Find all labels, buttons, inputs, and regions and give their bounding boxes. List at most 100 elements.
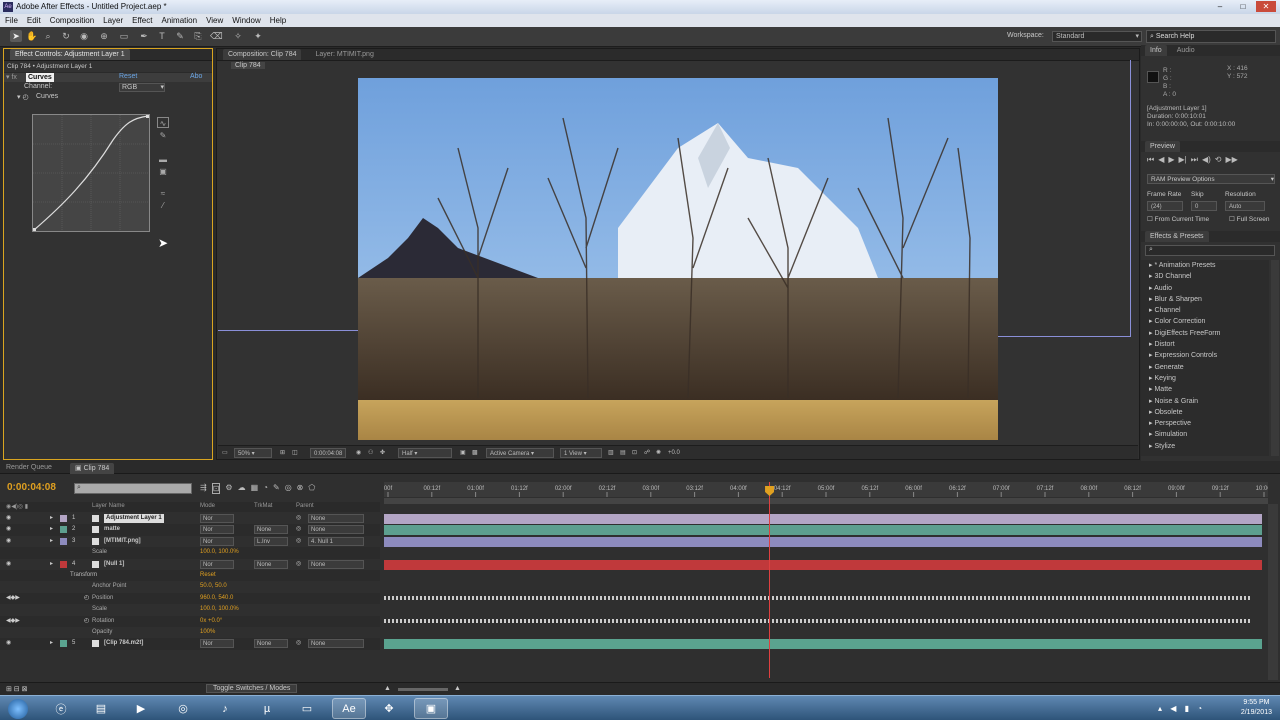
exposure-value[interactable]: +0.0 (668, 448, 680, 458)
hand-tool-icon[interactable]: ✋ (26, 30, 38, 42)
effect-category[interactable]: ▸ Color Correction (1141, 316, 1269, 327)
timeline-property-row[interactable]: Scale 100.0, 100.0% (0, 604, 380, 615)
layer-duration-bar[interactable] (384, 514, 1262, 524)
render-queue-tab[interactable]: Render Queue (6, 464, 52, 471)
header-mode[interactable]: Mode (200, 503, 215, 509)
grid-icon[interactable]: ⊞ (280, 448, 285, 458)
loop-icon[interactable]: ⟲ (1215, 155, 1222, 165)
skip-select[interactable]: 0 (1191, 201, 1217, 211)
mode-select[interactable]: Nor (200, 514, 234, 523)
visibility-icon[interactable]: ◉ (6, 514, 11, 523)
workspace-select[interactable]: Standard ▾ (1052, 31, 1142, 42)
mode-select[interactable]: Nor (200, 639, 234, 649)
views-select[interactable]: 1 View ▾ (560, 448, 602, 458)
effect-category[interactable]: ▸ Perspective (1141, 418, 1269, 429)
effect-category[interactable]: ▸ Channel (1141, 305, 1269, 316)
preview-tab[interactable]: Preview (1145, 141, 1180, 152)
utorrent-icon[interactable]: µ (250, 698, 284, 719)
stopwatch-icon[interactable]: ◴ (84, 594, 89, 603)
property-value[interactable]: 50.0, 50.0 (200, 582, 227, 591)
trkmat-select[interactable]: None (254, 559, 288, 569)
mode-select[interactable]: Nor (200, 559, 234, 569)
zoom-out-icon[interactable]: ▲ (384, 685, 391, 692)
open-icon[interactable]: ▬ (157, 154, 169, 165)
parent-select[interactable]: 4. Null 1 (308, 536, 364, 546)
camera-select[interactable]: Active Camera ▾ (486, 448, 554, 458)
menu-item-edit[interactable]: Edit (27, 14, 41, 27)
timeline-zoom-slider[interactable] (398, 688, 448, 691)
shy-icon[interactable]: ☁ (238, 483, 246, 494)
comp-mini-flowchart-icon[interactable]: ⇶ (200, 483, 207, 494)
effect-category[interactable]: ▸ Distort (1141, 339, 1269, 350)
minimize-icon[interactable]: – (1210, 1, 1230, 12)
zoom-select[interactable]: 50% ▾ (234, 448, 272, 458)
parent-pickwhip-icon[interactable]: ◎ (296, 514, 301, 523)
stopwatch-icon[interactable]: ◴ (84, 617, 89, 626)
pan-behind-tool-icon[interactable]: ⊕ (98, 30, 110, 42)
time-ruler[interactable]: 00f 00:12f 01:00f 01:12f 02:00f 02:12f 03:00f 0… (384, 482, 1273, 497)
menu-item-view[interactable]: View (206, 14, 223, 27)
keyframe-icon[interactable]: ⬠ (308, 483, 315, 494)
label-color-swatch[interactable] (60, 526, 67, 534)
effect-category[interactable]: ▸ Audio (1141, 283, 1269, 294)
twirl-icon[interactable]: ▸ (50, 537, 53, 546)
rotate-tool-icon[interactable]: ↻ (60, 30, 72, 42)
resolution-select[interactable]: Half ▾ (398, 448, 452, 458)
effect-category[interactable]: ▸ Stylize (1141, 441, 1269, 452)
timeline-layer-row[interactable]: ◉ ▸ 5 [Clip 784.m2t] Nor None ◎ None (0, 638, 380, 650)
composition-canvas[interactable] (358, 78, 998, 440)
full-screen-checkbox[interactable]: ☐ Full Screen (1229, 215, 1270, 223)
snapshot-icon[interactable]: ◉ (356, 448, 361, 458)
menu-item-layer[interactable]: Layer (103, 14, 123, 27)
after-effects-taskbar-icon[interactable]: Ae (332, 698, 366, 719)
timeline-layer-row[interactable]: ◉ ▸ 2 matte Nor None ◎ None (0, 524, 380, 536)
live-update-icon[interactable]: ⊡ (211, 483, 221, 494)
composition-crumb[interactable]: Clip 784 (231, 62, 265, 69)
twirl-icon[interactable]: ▸ (50, 525, 53, 534)
property-value[interactable]: 960.0, 540.0 (200, 594, 233, 603)
keyframe-track[interactable] (384, 618, 1250, 623)
timecode-display[interactable]: 0:00:04:08 (310, 448, 347, 458)
av-switches-icon[interactable]: ◉◀)◎ ▮ (6, 503, 28, 510)
file-explorer-icon[interactable]: ▤ (84, 698, 118, 719)
parent-select[interactable]: None (308, 559, 364, 569)
twirl-icon[interactable]: ▸ (50, 514, 53, 523)
roto-brush-tool-icon[interactable]: ✧ (232, 30, 244, 42)
layer-name[interactable]: [Clip 784.m2t] (104, 639, 143, 648)
ram-preview-icon[interactable]: ▶▶ (1225, 155, 1237, 165)
property-value[interactable]: 100.0, 100.0% (200, 548, 239, 557)
clone-stamp-tool-icon[interactable]: ⎘ (192, 30, 204, 42)
effects-scrollbar[interactable] (1271, 260, 1279, 456)
timeline-property-row[interactable]: Opacity 100% (0, 627, 380, 638)
autokey-icon[interactable]: ⊗ (297, 483, 304, 494)
always-preview-icon[interactable]: ▭ (222, 448, 228, 458)
layer-duration-bar[interactable] (384, 559, 1262, 570)
timeline-property-row[interactable]: Scale 100.0, 100.0% (0, 547, 380, 559)
parent-pickwhip-icon[interactable]: ◎ (296, 525, 301, 534)
menu-item-window[interactable]: Window (232, 14, 260, 27)
taskbar-clock[interactable]: 9:55 PM 2/19/2013 (1241, 698, 1272, 718)
menu-item-help[interactable]: Help (270, 14, 286, 27)
color-channel-icon[interactable]: ✤ (380, 448, 385, 458)
property-value[interactable]: 100% (200, 628, 215, 637)
visibility-icon[interactable]: ◉ (6, 560, 11, 569)
property-value[interactable]: 100.0, 100.0% (200, 605, 239, 614)
effect-category[interactable]: ▸ Expression Controls (1141, 350, 1269, 361)
pencil-icon[interactable]: ✎ (157, 130, 169, 141)
parent-pickwhip-icon[interactable]: ◎ (296, 639, 301, 648)
internet-explorer-icon[interactable]: ⓔ (44, 698, 78, 719)
system-tray-icons[interactable]: ▴ ◀ ▮ ◔ (1158, 704, 1205, 713)
clip-784-tab[interactable]: ▣ Clip 784 (70, 463, 115, 474)
effect-category[interactable]: ▸ DigiEffects FreeForm (1141, 328, 1269, 339)
toggle-switches-modes-button[interactable]: Toggle Switches / Modes (206, 684, 298, 693)
fx-toggle-icon[interactable]: ▾ fx (6, 73, 17, 81)
time-ruler-svg[interactable]: 00f 00:12f 01:00f 01:12f 02:00f 02:12f 03:00f 0… (384, 482, 1273, 497)
menu-item-file[interactable]: File (5, 14, 18, 27)
play-icon[interactable]: ▶ (1168, 155, 1174, 165)
effect-category[interactable]: ▸ * Animation Presets (1141, 260, 1269, 271)
show-snapshot-icon[interactable]: ⚇ (368, 448, 373, 458)
effect-category[interactable]: ▸ 3D Channel (1141, 271, 1269, 282)
parent-pickwhip-icon[interactable]: ◎ (296, 537, 301, 546)
property-value[interactable]: 0x +0.0° (200, 617, 222, 626)
effect-category[interactable]: ▸ Noise & Grain (1141, 396, 1269, 407)
